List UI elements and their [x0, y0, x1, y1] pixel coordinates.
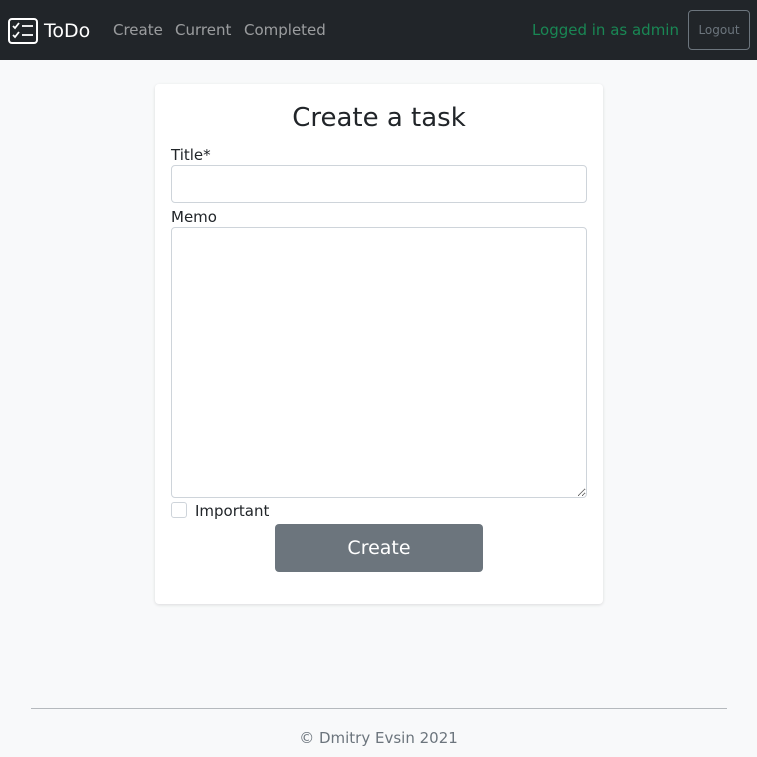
- important-checkbox[interactable]: [171, 502, 187, 518]
- logout-button[interactable]: Logout: [688, 10, 750, 50]
- top-navbar: ToDo Create Current Completed Logged in …: [0, 0, 757, 60]
- memo-label: Memo: [171, 208, 217, 226]
- footer-copyright: © Dmitry Evsin 2021: [299, 729, 458, 747]
- nav-link-current[interactable]: Current: [175, 20, 231, 40]
- important-label[interactable]: Important: [195, 502, 269, 520]
- nav-link-completed[interactable]: Completed: [244, 20, 326, 40]
- memo-textarea[interactable]: [171, 227, 587, 498]
- page-title: Create a task: [292, 103, 466, 133]
- create-task-card: Create a task Title* Memo Important Crea…: [155, 84, 603, 604]
- create-button[interactable]: Create: [275, 524, 483, 572]
- nav-link-create[interactable]: Create: [113, 20, 163, 40]
- title-input[interactable]: [171, 165, 587, 203]
- brand-name: ToDo: [44, 20, 91, 42]
- logged-in-status: Logged in as admin: [531, 21, 679, 39]
- title-label: Title*: [171, 146, 211, 164]
- footer-divider: [31, 708, 727, 709]
- brand-link[interactable]: ToDo: [8, 18, 90, 44]
- checklist-icon: [8, 18, 38, 44]
